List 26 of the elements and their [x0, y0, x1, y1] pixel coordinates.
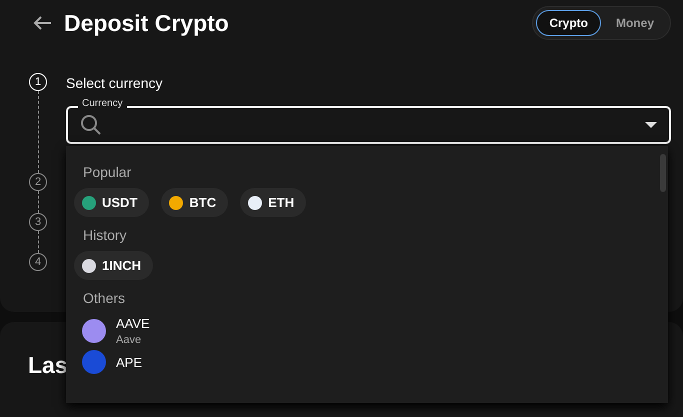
- field-label: Currency: [78, 98, 127, 110]
- currency-option[interactable]: APE: [74, 350, 660, 374]
- currency-search-field[interactable]: [66, 106, 671, 144]
- step-label: Select currency: [66, 74, 164, 93]
- step-number: 1: [29, 73, 47, 91]
- currency-chip[interactable]: 1INCH: [74, 251, 154, 280]
- currency-chip[interactable]: USDT: [74, 188, 150, 217]
- section-heading: Others: [82, 289, 126, 308]
- currency-symbol: AAVE: [116, 316, 150, 331]
- section-title: Las: [28, 352, 68, 379]
- currency-symbol: APE: [116, 354, 142, 370]
- search-icon: [80, 114, 102, 136]
- page-title: Deposit Crypto: [64, 10, 230, 36]
- currency-chip[interactable]: ETH: [240, 188, 306, 217]
- currency-name: Aave: [116, 334, 142, 346]
- mode-tab[interactable]: Money: [602, 10, 667, 36]
- back-arrow-icon[interactable]: [32, 15, 52, 31]
- section-heading: Popular: [82, 163, 132, 182]
- mode-tab[interactable]: Crypto: [536, 10, 601, 36]
- step-number: 2: [29, 173, 47, 191]
- dropdown-caret-icon[interactable]: [645, 122, 657, 128]
- step-number: 3: [29, 213, 47, 231]
- section-heading: History: [82, 226, 128, 245]
- currency-option[interactable]: AAVE Aave: [74, 316, 660, 346]
- step-number: 4: [29, 253, 47, 271]
- currency-chip[interactable]: BTC: [161, 188, 228, 217]
